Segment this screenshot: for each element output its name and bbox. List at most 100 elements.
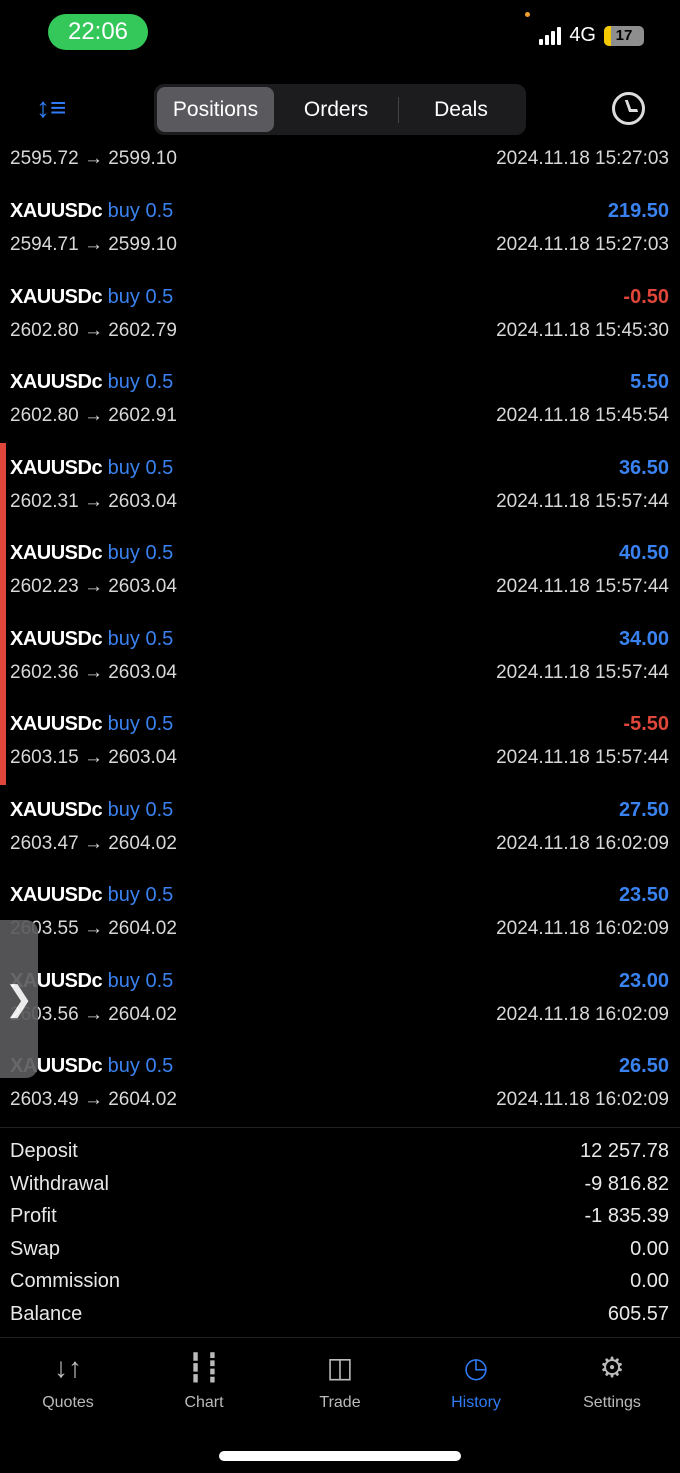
summary-row: Withdrawal -9 816.82 (10, 1170, 669, 1203)
tab-label: Quotes (42, 1394, 94, 1411)
tab-label: History (451, 1394, 501, 1411)
battery-level: 17 (615, 26, 633, 44)
deal-side: buy 0.5 (107, 285, 174, 308)
list-item[interactable]: XAUUSDc buy 0.5 23.00 2603.56 → 2604.02 … (0, 910, 680, 1025)
home-indicator[interactable] (219, 1451, 461, 1461)
selection-marker (0, 443, 6, 785)
summary-value: 12 257.78 (580, 1140, 669, 1162)
bottom-tab-bar: ↓↑ Quotes ┇┋ Chart ◫ Trade ◷ History ⚙ Settings (0, 1350, 680, 1412)
deal-prices: 2603.49 → 2604.02 (10, 1089, 177, 1110)
deal-profit: 27.50 (618, 798, 669, 821)
network-type: 4G (569, 24, 596, 46)
trade-chart-icon: ◫ (326, 1352, 354, 1383)
list-item[interactable]: XAUUSDc buy 0.5 40.50 2602.23 → 2603.04 … (0, 482, 680, 597)
tab-label: Trade (319, 1394, 361, 1411)
deal-title: XAUUSDc buy 0.5 (10, 286, 173, 309)
deal-side: buy 0.5 (107, 1055, 174, 1077)
summary-value: 0.00 (630, 1237, 669, 1260)
tab-orders[interactable]: Orders (274, 87, 398, 132)
gear-icon: ⚙ (599, 1352, 625, 1383)
history-icon: ◷ (463, 1352, 489, 1383)
deal-profit: -5.50 (623, 713, 669, 735)
battery-icon: 17 (604, 25, 644, 46)
status-icons: 4G 17 (539, 24, 644, 47)
summary-label: Withdrawal (10, 1172, 109, 1195)
summary-value: 605.57 (607, 1302, 669, 1325)
quotes-icon: ↓↑ (54, 1352, 82, 1383)
deal-side: buy 0.5 (107, 542, 174, 564)
list-item[interactable]: XAUUSDc buy 0.5 219.50 2594.71 → 2599.10… (0, 140, 680, 255)
deals-list[interactable]: 2595.72 → 2599.10 2024.11.18 15:27:03 XA… (0, 140, 680, 1110)
deal-title: XAUUSDc buy 0.5 (10, 799, 173, 822)
divider (0, 1337, 680, 1338)
deal-title: XAUUSDc buy 0.5 (10, 457, 173, 480)
deal-title: XAUUSDc buy 0.5 (10, 628, 173, 651)
list-item[interactable]: XAUUSDc buy 0.5 34.00 2602.36 → 2603.04 … (0, 568, 680, 683)
deal-title: XAUUSDc buy 0.5 (10, 200, 173, 223)
deal-symbol: XAUUSDc (10, 713, 103, 735)
deal-side: buy 0.5 (107, 627, 174, 650)
deal-time: 2024.11.18 16:02:09 (496, 1089, 669, 1110)
deal-symbol: XAUUSDc (10, 285, 103, 308)
tab-label: Settings (583, 1394, 641, 1411)
clock-icon[interactable] (612, 92, 645, 125)
list-item[interactable]: XAUUSDc buy 0.5 23.50 2603.55 → 2604.02 … (0, 824, 680, 939)
summary-value: -1 835.39 (584, 1205, 669, 1227)
deal-title: XAUUSDc buy 0.5 (10, 371, 173, 394)
deal-title: XAUUSDc buy 0.5 (10, 713, 173, 736)
deal-side: buy 0.5 (107, 884, 174, 906)
deal-profit: 23.50 (618, 884, 669, 906)
summary-row: Profit -1 835.39 (10, 1202, 669, 1235)
summary-row: Swap 0.00 (10, 1235, 669, 1268)
list-item[interactable]: XAUUSDc buy 0.5 -0.50 2602.80 → 2602.79 … (0, 226, 680, 341)
deal-symbol: XAUUSDc (10, 798, 103, 821)
tab-deals[interactable]: Deals (399, 87, 523, 132)
deal-symbol: XAUUSDc (10, 884, 103, 906)
deal-profit: 36.50 (618, 456, 669, 479)
list-item[interactable]: XAUUSDc buy 0.5 27.50 2603.47 → 2604.02 … (0, 739, 680, 854)
deal-symbol: XAUUSDc (10, 456, 103, 479)
tab-quotes[interactable]: ↓↑ Quotes (0, 1350, 136, 1412)
deal-side: buy 0.5 (107, 371, 174, 393)
deal-side: buy 0.5 (107, 713, 174, 735)
summary-label: Deposit (10, 1140, 78, 1162)
summary-label: Swap (10, 1237, 61, 1260)
summary-value: 0.00 (630, 1270, 669, 1292)
tab-trade[interactable]: ◫ Trade (272, 1350, 408, 1412)
divider (0, 1127, 680, 1128)
list-item[interactable]: XAUUSDc buy 0.5 5.50 2602.80 → 2602.91 2… (0, 311, 680, 426)
list-item[interactable]: XAUUSDc buy 0.5 26.50 2603.49 → 2604.02 … (0, 995, 680, 1110)
deal-title: XAUUSDc buy 0.5 (10, 542, 173, 565)
summary-label: Profit (10, 1205, 57, 1227)
list-item[interactable]: XAUUSDc buy 0.5 -5.50 2603.15 → 2603.04 … (0, 653, 680, 768)
summary-row: Deposit 12 257.78 (10, 1137, 669, 1170)
tab-settings[interactable]: ⚙ Settings (544, 1350, 680, 1412)
summary-label: Balance (10, 1302, 83, 1325)
segmented-control: Positions Orders Deals (154, 84, 526, 135)
summary-row: Commission 0.00 (10, 1267, 669, 1300)
deal-profit: 40.50 (618, 542, 669, 564)
sort-icon[interactable]: ↕≡ (36, 92, 66, 124)
deal-symbol: XAUUSDc (10, 371, 103, 393)
side-panel-handle[interactable]: ❯ (0, 920, 38, 1078)
deal-profit: -0.50 (623, 285, 669, 308)
tab-label: Chart (184, 1394, 224, 1411)
deal-profit: 5.50 (630, 371, 669, 393)
deal-title: XAUUSDc buy 0.5 (10, 884, 173, 907)
deal-profit: 26.50 (618, 1055, 669, 1077)
deal-side: buy 0.5 (107, 969, 174, 992)
signal-icon (539, 26, 562, 45)
tab-chart[interactable]: ┇┋ Chart (136, 1350, 272, 1412)
candlestick-icon: ┇┋ (187, 1352, 221, 1383)
tab-history[interactable]: ◷ History (408, 1350, 544, 1412)
deal-side: buy 0.5 (107, 200, 174, 222)
deal-profit: 34.00 (618, 627, 669, 650)
tab-positions[interactable]: Positions (157, 87, 274, 132)
summary-value: -9 816.82 (584, 1172, 669, 1195)
status-time: 22:06 (48, 14, 148, 50)
summary: Deposit 12 257.78 Withdrawal -9 816.82 Profi… (10, 1137, 669, 1332)
deal-side: buy 0.5 (107, 798, 174, 821)
list-item[interactable]: XAUUSDc buy 0.5 36.50 2602.31 → 2603.04 … (0, 397, 680, 512)
summary-row: Balance 605.57 (10, 1300, 669, 1333)
deal-symbol: XAUUSDc (10, 542, 103, 564)
